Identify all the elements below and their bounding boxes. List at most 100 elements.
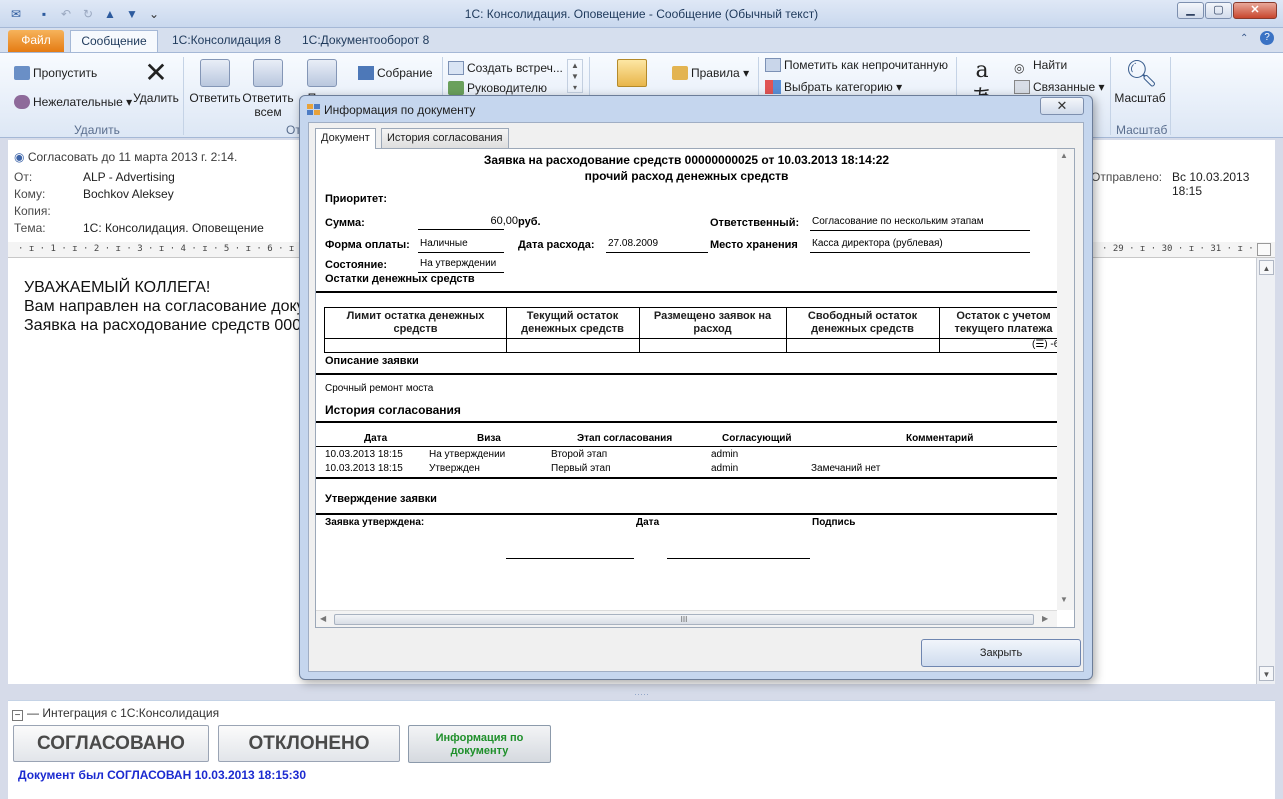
related-button[interactable]: Связанные ▾ [1014, 80, 1105, 94]
history-col-comment: Комментарий [906, 433, 974, 444]
maximize-button[interactable]: ▢ [1205, 2, 1232, 19]
sheet-vertical-scrollbar[interactable]: ▲ ▼ [1057, 149, 1074, 610]
scroll-left-arrow-icon[interactable]: ◀ [320, 614, 326, 623]
window-close-button[interactable]: ✕ [1233, 2, 1277, 19]
meeting-button[interactable]: Собрание [358, 66, 433, 80]
delete-button[interactable]: ✕ Удалить [133, 59, 179, 106]
tab-konsolidaciya[interactable]: 1С:Консолидация 8 [162, 30, 291, 52]
body-vertical-scrollbar[interactable]: ▲ ▼ [1256, 258, 1275, 684]
integration-title: − — Интеграция с 1С:Консолидация [12, 706, 219, 721]
expense-date-value: 27.08.2009 [608, 238, 659, 249]
related-icon [1014, 80, 1030, 94]
balances-cell [506, 339, 640, 353]
balances-cell [324, 339, 507, 353]
state-value: На утверждении [420, 258, 497, 269]
dialog-close-icon[interactable]: ✕ [1040, 97, 1084, 115]
horizontal-scroll-thumb[interactable]: III [334, 614, 1034, 625]
rules-button[interactable]: Правила ▾ [672, 66, 749, 80]
window-titlebar: ✉ ▪ ↶ ↻ ▲ ▼ ⌄ 1С: Консолидация. Оповещен… [0, 0, 1283, 28]
sent-label: Отправлено: [1091, 170, 1163, 184]
categorize-label: Выбрать категорию [784, 80, 893, 94]
integration-title-text: Интеграция с 1С:Консолидация [42, 706, 220, 720]
create-meeting-button[interactable]: Создать встреч... [448, 61, 563, 75]
mark-unread-button[interactable]: Пометить как непрочитанную [765, 58, 948, 72]
scroll-up-arrow-icon[interactable]: ▲ [1259, 260, 1274, 275]
history-col-stage: Этап согласования [577, 433, 673, 444]
categorize-icon [765, 80, 781, 94]
integration-pane: − — Интеграция с 1С:Консолидация СОГЛАСОВ… [8, 700, 1275, 799]
meeting-icon [358, 66, 374, 80]
categorize-button[interactable]: Выбрать категорию ▾ [765, 80, 902, 94]
reject-button[interactable]: ОТКЛОНЕНО [218, 725, 400, 762]
meeting-label: Собрание [377, 66, 433, 80]
to-manager-icon [448, 81, 464, 95]
payform-value: Наличные [420, 238, 468, 249]
subject-label: Тема: [14, 221, 46, 235]
to-manager-button[interactable]: Руководителю [448, 81, 547, 95]
tab-message[interactable]: Сообщение [70, 30, 158, 52]
move-folder-icon [617, 59, 647, 87]
history-cell: 10.03.2013 18:15 [325, 449, 403, 460]
tab-file[interactable]: Файл [8, 30, 64, 52]
doc-title: Заявка на расходование средств 000000000… [483, 153, 890, 167]
scroll-right-arrow-icon[interactable]: ▶ [1042, 614, 1048, 623]
approved-label: Заявка утверждена: [325, 517, 425, 528]
sheet-horizontal-scrollbar[interactable]: ◀ III ▶ [316, 610, 1057, 627]
tab-dokumentooborot[interactable]: 1С:Документооборот 8 [292, 30, 439, 52]
zoom-label: Масштаб [1114, 91, 1166, 105]
view-ruler-icon[interactable] [1257, 243, 1271, 256]
table-rule [316, 446, 1057, 447]
junk-button[interactable]: Нежелательные ▾ [14, 95, 132, 109]
history-cell: Замечаний нет [811, 463, 881, 474]
from-value[interactable]: ALP - Advertising [83, 170, 175, 184]
storage-label: Место хранения [710, 239, 798, 251]
tab-document[interactable]: Документ [315, 128, 376, 149]
help-icon[interactable]: ? [1260, 31, 1274, 45]
reply-button[interactable]: Ответить [188, 59, 242, 105]
section-rule [316, 373, 1057, 375]
collapse-icon[interactable]: − [12, 710, 23, 721]
move-button[interactable] [614, 59, 650, 91]
translate-button[interactable]: aあ [964, 57, 1000, 111]
history-col-approver: Согласующий [722, 433, 792, 444]
related-label: Связанные [1033, 80, 1096, 94]
magnifier-icon: 🔍︎ [1125, 58, 1159, 88]
skip-button[interactable]: Пропустить [14, 66, 97, 80]
delete-label: Удалить [133, 91, 179, 105]
storage-value: Касса директора (рублевая) [812, 238, 943, 249]
document-sheet: Заявка на расходование средств 000000000… [316, 149, 1057, 610]
reply-all-label: Ответить всем [242, 91, 294, 119]
tab-approval-history[interactable]: История согласования [381, 128, 509, 148]
scroll-down-arrow-icon[interactable]: ▼ [1060, 595, 1068, 604]
pane-splitter[interactable]: ····· [8, 690, 1275, 699]
create-meeting-label: Создать встреч... [467, 61, 563, 75]
find-button[interactable]: ◎ Найти [1014, 58, 1067, 75]
approve-button[interactable]: СОГЛАСОВАНО [13, 725, 209, 762]
zoom-button[interactable]: 🔍︎ Масштаб [1114, 59, 1166, 105]
balances-tail-value: (☰) -6 [1032, 339, 1057, 350]
scroll-down-arrow-icon[interactable]: ▼ [1259, 666, 1274, 681]
state-label: Состояние: [325, 259, 388, 271]
balances-col-header: Текущий остаток денежных средств [506, 307, 640, 339]
reply-all-button[interactable]: Ответить всем [242, 59, 294, 119]
to-manager-label: Руководителю [467, 81, 548, 95]
document-info-button[interactable]: Информация по документу [408, 725, 551, 763]
group-label-delete: Удалить [74, 123, 120, 137]
minimize-button[interactable]: ▁ [1177, 2, 1204, 19]
field-underline [418, 252, 504, 253]
ribbon-separator [1110, 57, 1111, 135]
dialog-content: Документ История согласования Заявка на … [308, 122, 1084, 672]
calendar-icon [448, 61, 464, 75]
quick-steps-scroll[interactable]: ▲ ▼ ▾ [567, 59, 583, 93]
close-dialog-button[interactable]: Закрыть [921, 639, 1081, 667]
responsible-label: Ответственный: [710, 217, 800, 229]
balances-cell [786, 339, 940, 353]
to-value[interactable]: Bochkov Aleksey [83, 187, 174, 201]
collapse-ribbon-icon[interactable]: ⌃ [1240, 33, 1248, 44]
field-underline [418, 229, 504, 230]
sum-currency: руб. [518, 216, 541, 228]
subject-value: 1С: Консолидация. Оповещение [83, 221, 264, 235]
scroll-up-arrow-icon[interactable]: ▲ [1060, 151, 1068, 160]
sum-value: 60,00 [490, 215, 518, 227]
history-cell: 10.03.2013 18:15 [325, 463, 403, 474]
